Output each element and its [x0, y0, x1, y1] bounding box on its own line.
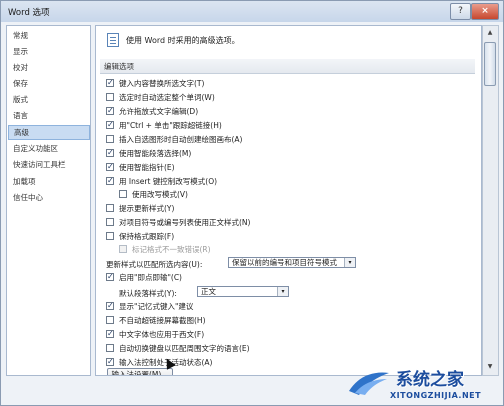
sidebar-item-display[interactable]: 显示	[13, 46, 28, 57]
option-label: 用 Insert 键控制改写模式(O)	[119, 177, 218, 186]
option-label: 保持格式跟踪(F)	[119, 232, 175, 241]
sidebar-item-language[interactable]: 语言	[13, 110, 28, 121]
chevron-down-icon: ▾	[344, 258, 355, 267]
option-label: 启用"即点即输"(C)	[119, 273, 182, 282]
watermark-logo-icon	[349, 372, 389, 395]
option-label: 提示更新样式(Y)	[119, 204, 175, 213]
sidebar-item-proofing[interactable]: 校对	[13, 62, 28, 73]
option-label: 不自动超链接屏幕截图(H)	[119, 316, 206, 325]
sidebar-item-add-ins[interactable]: 加载项	[13, 176, 36, 187]
option-label: 使用改写模式(V)	[132, 190, 188, 199]
watermark-url: XITONGZHIJIA.NET	[390, 391, 482, 400]
checkbox[interactable]	[106, 344, 114, 352]
title-bar: Word 选项 ? ×	[1, 1, 503, 22]
option-label: 显示"记忆式键入"建议	[119, 302, 194, 311]
section-title: 编辑选项	[104, 62, 134, 71]
checkbox[interactable]: ✓	[106, 79, 114, 87]
ime-settings-button[interactable]: 输入法设置(M)...	[107, 368, 173, 375]
sidebar-item-quick-access-toolbar[interactable]: 快速访问工具栏	[13, 159, 66, 170]
sidebar-item-save[interactable]: 保存	[13, 78, 28, 89]
options-sidebar: 常规 显示 校对 保存 版式 语言 高级 自定义功能区 快速访问工具栏 加载项 …	[6, 25, 91, 376]
chevron-down-icon: ▾	[277, 287, 288, 296]
option-label: 插入自选图形时自动创建绘图画布(A)	[119, 135, 243, 144]
checkbox	[119, 245, 127, 253]
default-paragraph-style-select[interactable]: 正文 ▾	[197, 286, 289, 297]
window-title: Word 选项	[8, 8, 50, 18]
checkbox[interactable]	[106, 135, 114, 143]
checkbox[interactable]: ✓	[106, 330, 114, 338]
option-label: 使用智能指针(E)	[119, 163, 175, 172]
panel-intro: 使用 Word 时采用的高级选项。	[126, 36, 240, 45]
scroll-up-icon[interactable]: ▲	[484, 27, 496, 39]
option-label: 允许拖放式文字编辑(D)	[119, 107, 199, 116]
panel-scrollbar[interactable]: ▲ ▼	[482, 25, 499, 376]
checkbox[interactable]	[106, 218, 114, 226]
checkbox[interactable]: ✓	[106, 163, 114, 171]
checkbox[interactable]: ✓	[106, 177, 114, 185]
checkbox[interactable]: ✓	[106, 149, 114, 157]
checkbox[interactable]: ✓	[106, 302, 114, 310]
scrollbar-thumb[interactable]	[484, 42, 496, 86]
help-button[interactable]: ?	[450, 3, 471, 20]
checkbox[interactable]: ✓	[106, 358, 114, 366]
sidebar-item-advanced[interactable]: 高级	[8, 125, 90, 140]
advanced-options-panel: 使用 Word 时采用的高级选项。 编辑选项 ✓ 键入内容替换所选文字(T) 选定…	[95, 25, 482, 376]
checkbox[interactable]: ✓	[106, 273, 114, 281]
watermark-text: 系统之家	[396, 370, 464, 390]
option-label: 用"Ctrl + 单击"跟踪超链接(H)	[119, 121, 222, 130]
option-label: 键入内容替换所选文字(T)	[119, 79, 205, 88]
option-label: 标记格式不一致错误(R)	[132, 245, 211, 254]
style-update-label: 更新样式以匹配所选内容(U):	[106, 260, 203, 269]
sidebar-item-typography[interactable]: 版式	[13, 94, 28, 105]
option-label: 自动切换键盘以匹配周围文字的语言(E)	[119, 344, 250, 353]
default-paragraph-style-label: 默认段落样式(Y):	[119, 289, 177, 298]
sidebar-item-general[interactable]: 常规	[13, 30, 28, 41]
style-update-select[interactable]: 保留以前的编号和项目符号模式 ▾	[228, 257, 356, 268]
option-label: 对项目符号或编号列表使用正文样式(N)	[119, 218, 251, 227]
checkbox[interactable]	[119, 190, 127, 198]
sidebar-item-customize-ribbon[interactable]: 自定义功能区	[13, 143, 58, 154]
checkbox[interactable]	[106, 204, 114, 212]
editing-options-header: 编辑选项	[100, 59, 475, 74]
checkbox[interactable]: ✓	[106, 107, 114, 115]
checkbox[interactable]	[106, 232, 114, 240]
option-label: 使用智能段落选择(M)	[119, 149, 192, 158]
scroll-down-icon[interactable]: ▼	[484, 361, 496, 373]
document-settings-icon	[107, 33, 119, 47]
style-update-value: 保留以前的编号和项目符号模式	[232, 258, 337, 267]
option-label: 中文字体也应用于西文(F)	[119, 330, 205, 339]
default-paragraph-style-value: 正文	[201, 287, 216, 296]
word-options-window: Word 选项 ? × 常规 显示 校对 保存 版式 语言 高级 自定义功能区 …	[0, 0, 504, 406]
checkbox[interactable]: ✓	[106, 121, 114, 129]
checkbox[interactable]	[106, 316, 114, 324]
close-button[interactable]: ×	[471, 3, 499, 20]
sidebar-item-trust-center[interactable]: 信任中心	[13, 192, 43, 203]
option-label: 选定时自动选定整个单词(W)	[119, 93, 215, 102]
checkbox[interactable]	[106, 93, 114, 101]
